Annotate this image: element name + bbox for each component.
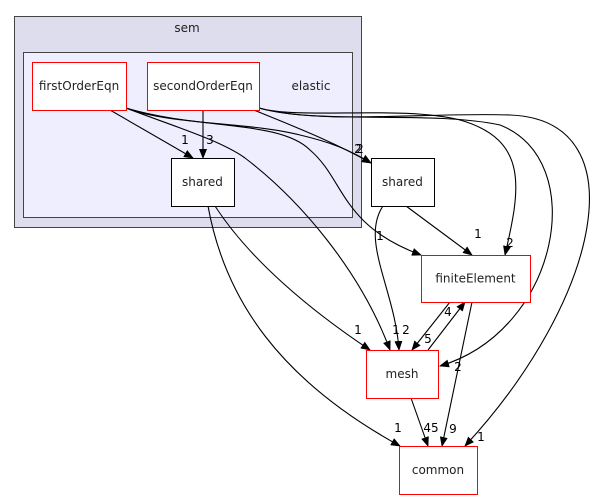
edge-count-label[interactable]: 4 (444, 305, 452, 319)
cluster-sem-label: sem (174, 21, 199, 35)
edge-count-label[interactable]: 1 (376, 229, 384, 243)
edge-shared_inner-to-common[interactable]: 1 (207, 205, 402, 447)
edge-mesh-to-common[interactable]: 45 (410, 397, 439, 447)
edge-count-label[interactable]: 1 (474, 227, 482, 241)
node-label: common (412, 463, 464, 477)
node-firstOrderEqn[interactable]: firstOrderEqn (32, 62, 127, 111)
cluster-elastic-label: elastic (292, 79, 331, 93)
node-label: secondOrderEqn (153, 79, 253, 93)
edge-line (207, 205, 401, 447)
node-label: finiteElement (435, 272, 516, 286)
edge-count-label[interactable]: 2 (356, 142, 364, 156)
node-label: shared (182, 175, 223, 189)
directory-dependency-graph: sem elastic 1 32211221112154945 firstOrde… (14, 16, 590, 495)
edge-finiteElement-to-common[interactable]: 9 (439, 301, 473, 447)
node-secondOrderEqn[interactable]: secondOrderEqn (147, 62, 260, 111)
node-label: firstOrderEqn (39, 79, 119, 93)
node-mesh[interactable]: mesh (366, 350, 439, 399)
edge-count-label[interactable]: 2 (402, 323, 410, 337)
edge-count-label[interactable]: 45 (423, 421, 438, 435)
edge-count-label[interactable]: 9 (449, 422, 457, 436)
edge-count-label[interactable]: 1 (394, 421, 402, 435)
edge-mesh-to-finiteElement[interactable]: 4 (427, 301, 466, 351)
node-shared_inner[interactable]: shared (171, 158, 235, 207)
edge-count-label[interactable]: 1 (354, 323, 362, 337)
node-shared_outer[interactable]: shared (371, 158, 435, 207)
node-common[interactable]: common (399, 446, 478, 495)
edge-count-label[interactable]: 2 (506, 236, 514, 250)
node-label: shared (382, 175, 423, 189)
node-finiteElement[interactable]: finiteElement (421, 255, 531, 303)
edge-count-label[interactable]: 1 (477, 430, 485, 444)
edge-line (439, 301, 473, 447)
edge-line (405, 205, 473, 256)
edge-count-label[interactable]: 1 (181, 133, 189, 147)
edge-count-label[interactable]: 5 (424, 332, 432, 346)
node-label: mesh (386, 367, 419, 381)
edge-shared_outer-to-finiteElement[interactable]: 1 (405, 205, 482, 256)
